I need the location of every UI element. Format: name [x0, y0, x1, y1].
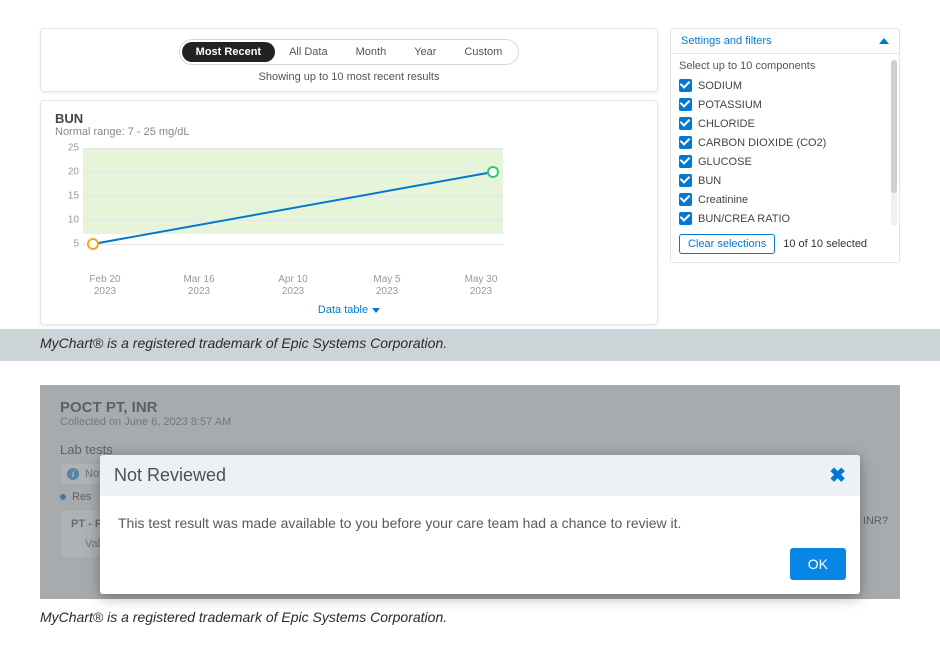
chevron-down-icon: [372, 308, 380, 313]
chart-title: BUN: [55, 111, 643, 126]
not-reviewed-modal: Not Reviewed ✖ This test result was made…: [100, 455, 860, 594]
ok-button[interactable]: OK: [790, 548, 846, 580]
data-point[interactable]: [88, 239, 98, 249]
checkbox-icon[interactable]: [679, 174, 692, 187]
close-icon[interactable]: ✖: [829, 466, 846, 486]
filters-scrollbar[interactable]: [891, 60, 897, 226]
y-axis-tick: 10: [61, 215, 79, 226]
filters-scroll-thumb[interactable]: [891, 60, 897, 193]
filter-item[interactable]: BUN: [679, 171, 889, 190]
y-axis-tick: 25: [61, 143, 79, 154]
filters-subtitle: Select up to 10 components: [679, 60, 889, 72]
tab-month[interactable]: Month: [342, 42, 401, 62]
filter-item-label: BUN: [698, 175, 721, 187]
data-table-label: Data table: [318, 304, 368, 316]
trademark-text-2: MyChart® is a registered trademark of Ep…: [0, 599, 940, 643]
tab-all-data[interactable]: All Data: [275, 42, 342, 62]
chart-plot: 510152025 Feb 202023Mar 162023Apr 102023…: [55, 148, 643, 298]
x-axis-tick: Apr 102023: [271, 274, 315, 298]
checkbox-icon[interactable]: [679, 79, 692, 92]
trademark-text: MyChart® is a registered trademark of Ep…: [0, 329, 940, 361]
tab-custom[interactable]: Custom: [450, 42, 516, 62]
filter-item[interactable]: CARBON DIOXIDE (CO2): [679, 133, 889, 152]
filter-item-label: POTASSIUM: [698, 99, 762, 111]
time-range-pills: Most Recent All Data Month Year Custom: [179, 39, 520, 65]
x-axis-tick: May 52023: [365, 274, 409, 298]
filter-item[interactable]: POTASSIUM: [679, 95, 889, 114]
x-axis-tick: Feb 202023: [83, 274, 127, 298]
filter-item-label: BUN/CREA RATIO: [698, 213, 790, 225]
checkbox-icon[interactable]: [679, 155, 692, 168]
filter-item-label: GLUCOSE: [698, 156, 752, 168]
data-point[interactable]: [488, 167, 498, 177]
filter-item[interactable]: BUN/CREA RATIO: [679, 209, 889, 228]
checkbox-icon[interactable]: [679, 117, 692, 130]
tab-most-recent[interactable]: Most Recent: [182, 42, 275, 62]
y-axis-tick: 5: [61, 239, 79, 250]
filter-item-label: CARBON DIOXIDE (CO2): [698, 137, 826, 149]
filter-item[interactable]: GLUCOSE: [679, 152, 889, 171]
checkbox-icon[interactable]: [679, 212, 692, 225]
modal-body-text: This test result was made available to y…: [100, 496, 860, 548]
y-axis-tick: 15: [61, 191, 79, 202]
filter-item[interactable]: CHLORIDE: [679, 114, 889, 133]
filter-item[interactable]: Creatinine: [679, 190, 889, 209]
filters-title: Settings and filters: [681, 35, 772, 47]
clear-selections-button[interactable]: Clear selections: [679, 234, 775, 254]
checkbox-icon[interactable]: [679, 136, 692, 149]
results-count-text: Showing up to 10 most recent results: [55, 71, 643, 83]
chevron-up-icon: [879, 38, 889, 44]
filter-item[interactable]: SODIUM: [679, 76, 889, 95]
y-axis-tick: 20: [61, 167, 79, 178]
filter-item-label: CHLORIDE: [698, 118, 755, 130]
modal-title: Not Reviewed: [114, 465, 226, 486]
filters-panel: Settings and filters Select up to 10 com…: [670, 28, 900, 263]
x-axis-tick: Mar 162023: [177, 274, 221, 298]
filter-item-label: SODIUM: [698, 80, 742, 92]
checkbox-icon[interactable]: [679, 98, 692, 111]
x-axis-tick: May 302023: [459, 274, 503, 298]
filters-header[interactable]: Settings and filters: [671, 29, 899, 54]
data-table-toggle[interactable]: Data table: [55, 304, 643, 316]
checkbox-icon[interactable]: [679, 193, 692, 206]
filters-count: 10 of 10 selected: [783, 238, 867, 250]
chart-card: BUN Normal range: 7 - 25 mg/dL 5 10 15 20 25…: [40, 100, 658, 325]
tab-year[interactable]: Year: [400, 42, 450, 62]
normal-range-text: Normal range: 7 - 25 mg/dL: [55, 126, 643, 138]
time-range-card: Most Recent All Data Month Year Custom S…: [40, 28, 658, 92]
filter-item-label: Creatinine: [698, 194, 748, 206]
